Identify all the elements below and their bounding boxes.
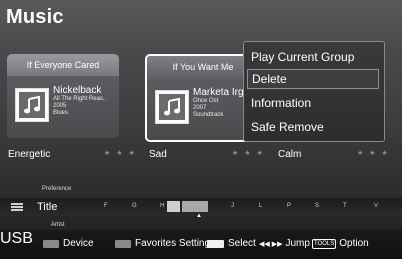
- hint-device[interactable]: Device: [43, 238, 94, 249]
- sort-option-below[interactable]: Artist: [51, 222, 65, 228]
- mood-label: Calm: [278, 148, 302, 160]
- card-body: Nickelback All The Right Reas.. 2005 Blu…: [7, 76, 119, 138]
- menu-item-safe-remove[interactable]: Safe Remove: [247, 117, 379, 137]
- index-letter[interactable]: P: [287, 203, 291, 209]
- menu-item-play-current-group[interactable]: Play Current Group: [247, 47, 379, 67]
- hint-jump[interactable]: ◀◀ ▶▶ Jump: [259, 238, 310, 249]
- mood-label: Sad: [149, 148, 167, 160]
- context-menu: Play Current Group Delete Information Sa…: [243, 41, 385, 142]
- tools-key-icon: TOOLS: [312, 238, 337, 249]
- index-pointer-icon: ▲: [196, 213, 202, 219]
- music-screen: Music If Everyone Cared Nickelback All T…: [0, 0, 402, 259]
- artist-name: Nickelback: [53, 85, 102, 96]
- index-letter[interactable]: L: [259, 203, 262, 209]
- index-letter[interactable]: V: [374, 203, 378, 209]
- sort-current[interactable]: Title: [37, 201, 57, 213]
- index-letter[interactable]: H: [160, 203, 164, 209]
- index-segment-active[interactable]: [182, 201, 208, 212]
- list-sort-icon: [11, 203, 23, 211]
- card-header: If Everyone Cared: [7, 54, 119, 76]
- index-segment: [167, 201, 180, 212]
- album-year: 2005: [53, 103, 67, 109]
- rating-stars: ★ ★ ★: [104, 150, 137, 157]
- music-note-icon: [15, 88, 49, 122]
- color-key-icon: [43, 239, 59, 248]
- index-letter[interactable]: G: [132, 203, 137, 209]
- sort-option-above[interactable]: Preference: [42, 186, 71, 192]
- page-title: Music: [6, 6, 64, 28]
- menu-item-information[interactable]: Information: [247, 93, 379, 113]
- rating-stars: ★ ★ ★: [357, 150, 390, 157]
- hint-label: Option: [339, 238, 369, 249]
- track-meta: Nickelback All The Right Reas.. 2005 Blu…: [53, 85, 117, 117]
- album-name: All The Right Reas..: [53, 96, 107, 102]
- hint-label: Select: [228, 238, 256, 249]
- album-genre: Blues: [53, 110, 69, 116]
- index-letter[interactable]: J: [231, 203, 234, 209]
- hint-select[interactable]: Select: [207, 238, 256, 249]
- hint-option[interactable]: TOOLS Option: [312, 238, 369, 249]
- index-letter[interactable]: T: [343, 203, 347, 209]
- skip-arrows-icon: ◀◀ ▶▶: [259, 240, 283, 248]
- hint-favorites-setting[interactable]: Favorites Setting: [115, 238, 210, 249]
- hint-label: Jump: [285, 238, 310, 249]
- mood-label: Energetic: [8, 148, 51, 160]
- index-letter[interactable]: F: [104, 203, 108, 209]
- enter-key-icon: [207, 239, 224, 248]
- album-card[interactable]: If Everyone Cared Nickelback All The Rig…: [7, 54, 119, 138]
- hint-label: Favorites Setting: [135, 238, 211, 249]
- color-key-icon: [115, 239, 131, 248]
- index-letter[interactable]: S: [315, 203, 319, 209]
- music-note-icon: [155, 90, 189, 124]
- hint-label: Device: [63, 238, 94, 249]
- menu-item-delete[interactable]: Delete: [247, 69, 379, 89]
- rating-stars: ★ ★ ★: [232, 150, 265, 157]
